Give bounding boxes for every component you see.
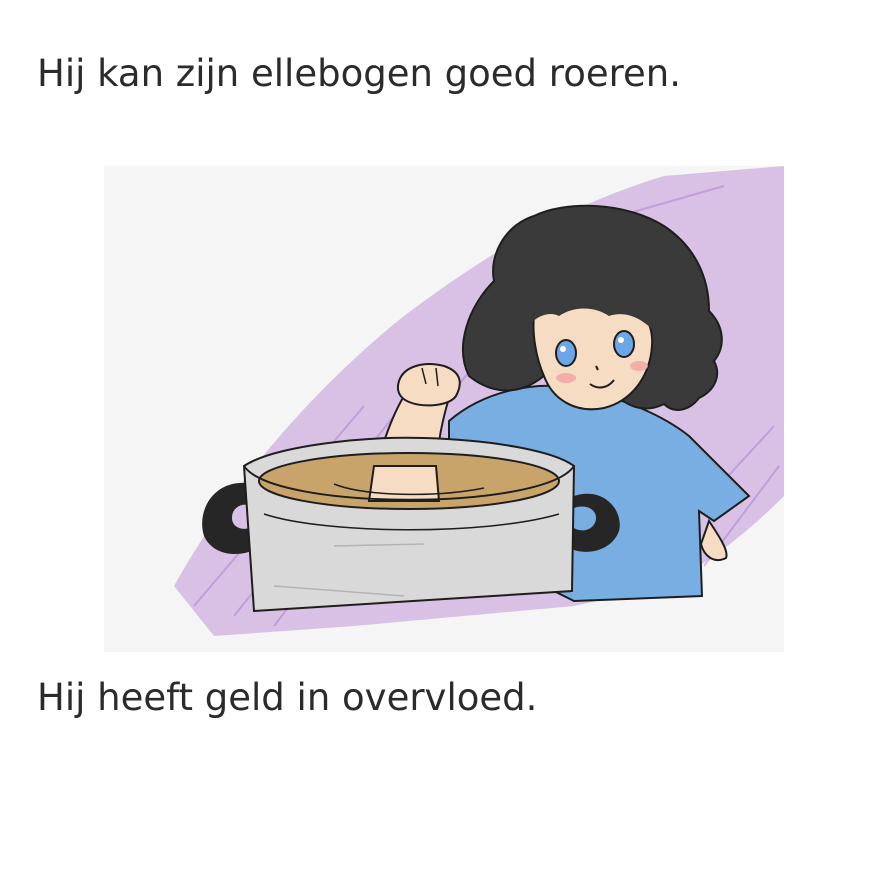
caption-top: Hij kan zijn ellebogen goed roeren. — [37, 52, 681, 95]
caption-bottom: Hij heeft geld in overvloed. — [37, 676, 538, 719]
page: Hij kan zijn ellebogen goed roeren. Hij … — [0, 0, 888, 888]
left-eye — [555, 339, 577, 367]
right-blush — [630, 361, 648, 371]
dipping-arm — [367, 465, 441, 502]
right-eye — [613, 330, 635, 358]
fist — [396, 363, 461, 407]
illustration — [104, 166, 784, 652]
left-blush — [556, 373, 576, 383]
illustration-drawing — [104, 166, 784, 652]
